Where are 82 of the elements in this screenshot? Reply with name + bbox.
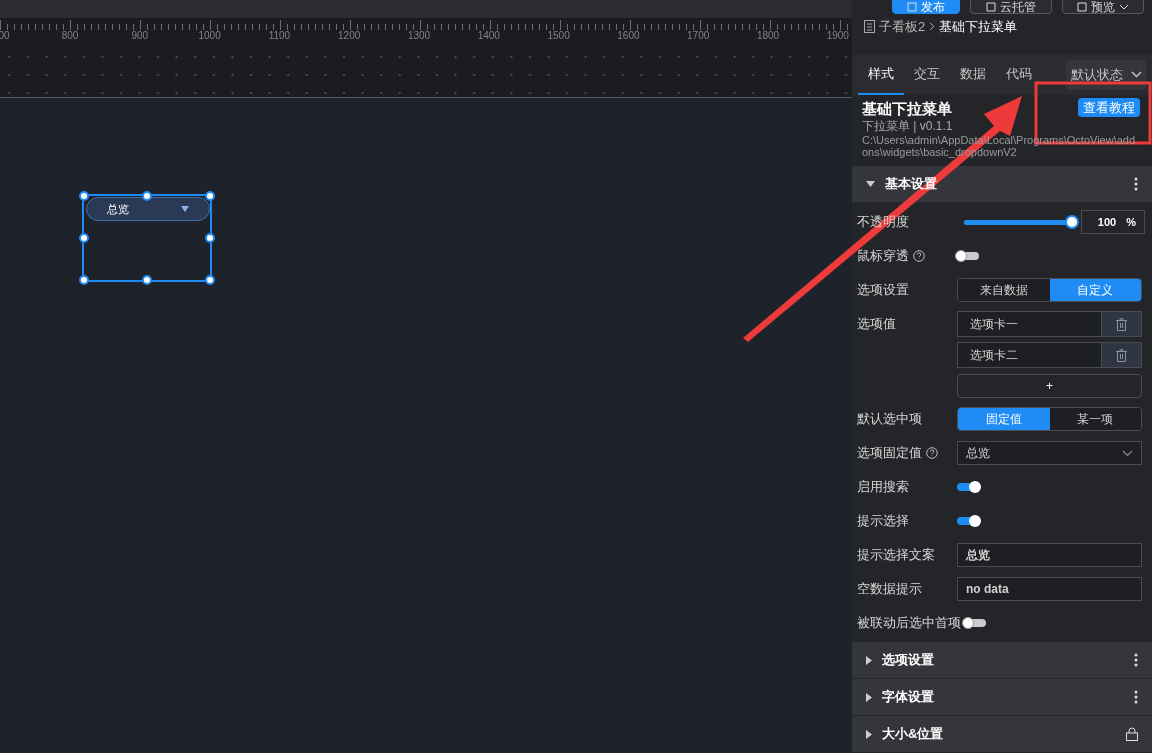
field-label: 空数据提示: [857, 580, 922, 599]
number-field[interactable]: 100 %: [1081, 210, 1145, 234]
section-header[interactable]: 字体设置: [852, 679, 1152, 716]
state-select[interactable]: 默认状态: [1066, 59, 1146, 90]
resize-handle[interactable]: [79, 233, 89, 243]
resize-handle[interactable]: [79, 275, 89, 285]
toolbar-icon: [986, 1, 996, 12]
ruler-label: 1700: [687, 29, 710, 43]
toolbar-icon: [907, 1, 917, 12]
add-option-button[interactable]: +: [957, 374, 1142, 398]
ruler-label: 1900: [826, 29, 849, 43]
chevron-down-icon: [1119, 3, 1129, 10]
ruler-label: 800: [61, 29, 79, 43]
toggle-switch[interactable]: [957, 252, 979, 260]
panel-tab[interactable]: 样式: [858, 54, 904, 95]
resize-handle[interactable]: [205, 275, 215, 285]
field-label: 选项设置: [857, 281, 909, 300]
select-field[interactable]: 总览: [957, 441, 1142, 465]
field-label: 鼠标穿透: [857, 247, 909, 266]
resize-handle[interactable]: [142, 191, 152, 201]
more-icon[interactable]: [1134, 653, 1138, 667]
segment-option[interactable]: 来自数据: [958, 279, 1050, 301]
caret-down-icon: [866, 181, 875, 187]
resize-handle[interactable]: [79, 191, 89, 201]
ruler-label: 1800: [756, 29, 780, 43]
panel-tab[interactable]: 代码: [996, 54, 1042, 95]
breadcrumb-item[interactable]: 子看板2: [879, 16, 926, 37]
lock-icon[interactable]: [1126, 727, 1138, 741]
caret-icon: [181, 206, 189, 212]
section-header[interactable]: 选项设置: [852, 642, 1152, 679]
field-label: 提示选择文案: [857, 546, 935, 565]
ruler-label: 1200: [338, 29, 361, 43]
toggle-switch[interactable]: [964, 619, 986, 627]
toolbar-button[interactable]: 云托管: [970, 0, 1052, 14]
toolbar-button[interactable]: 预览: [1062, 0, 1144, 14]
component-version: 下拉菜单 | v0.1.1: [862, 118, 954, 134]
resize-handle[interactable]: [205, 191, 215, 201]
chevron-down-icon: [1122, 449, 1133, 457]
ruler-label: 1300: [407, 29, 431, 43]
number-value: 100: [1097, 214, 1117, 230]
segment-option[interactable]: 某一项: [1049, 408, 1141, 430]
field-label: 被联动后选中首项: [857, 614, 961, 633]
caret-right-icon: [866, 655, 872, 665]
caret-right-icon: [866, 692, 872, 702]
more-icon[interactable]: [1134, 177, 1138, 191]
chevron-down-icon: [1130, 71, 1142, 79]
field-label: 默认选中项: [857, 410, 922, 429]
ruler-label: 1600: [617, 29, 640, 43]
ruler-label: 1100: [268, 29, 291, 43]
section-title: 选项设置: [882, 651, 935, 670]
caret-right-icon: [866, 729, 872, 739]
ruler-label: 900: [131, 29, 149, 43]
toolbar-icon: [1077, 1, 1087, 12]
board-icon: [864, 19, 875, 33]
resize-handle[interactable]: [142, 275, 152, 285]
slider-thumb[interactable]: [1065, 215, 1079, 229]
more-icon[interactable]: [1134, 690, 1138, 704]
toggle-switch[interactable]: [957, 517, 979, 525]
dropdown-widget[interactable]: 总览: [86, 197, 210, 221]
unit-label: %: [1126, 214, 1136, 230]
toggle-switch[interactable]: [957, 483, 979, 491]
section-title: 大小&位置: [882, 725, 945, 744]
component-title: 基础下拉菜单: [862, 98, 952, 119]
field-label: 选项值: [857, 315, 896, 334]
field-label: 提示选择: [857, 512, 909, 531]
section-header[interactable]: 大小&位置: [852, 716, 1152, 753]
help-icon[interactable]: [926, 447, 938, 459]
help-icon[interactable]: [913, 250, 925, 262]
panel-tab[interactable]: 交互: [904, 54, 950, 95]
section-title: 字体设置: [882, 688, 935, 707]
ruler-label: 1500: [547, 29, 570, 43]
field-label: 启用搜索: [857, 478, 909, 497]
breadcrumb-item: 基础下拉菜单: [939, 17, 1018, 36]
text-field[interactable]: 总览: [957, 543, 1142, 567]
resize-handle[interactable]: [205, 233, 215, 243]
chevron-right-icon: [929, 21, 936, 31]
ruler-label: 1000: [198, 29, 221, 43]
panel-tab[interactable]: 数据: [950, 54, 996, 95]
ruler-label: 1400: [477, 29, 500, 43]
field-label: 选项固定值: [857, 444, 922, 463]
dropdown-value: 总览: [107, 201, 129, 217]
text-field[interactable]: no data: [957, 577, 1142, 601]
